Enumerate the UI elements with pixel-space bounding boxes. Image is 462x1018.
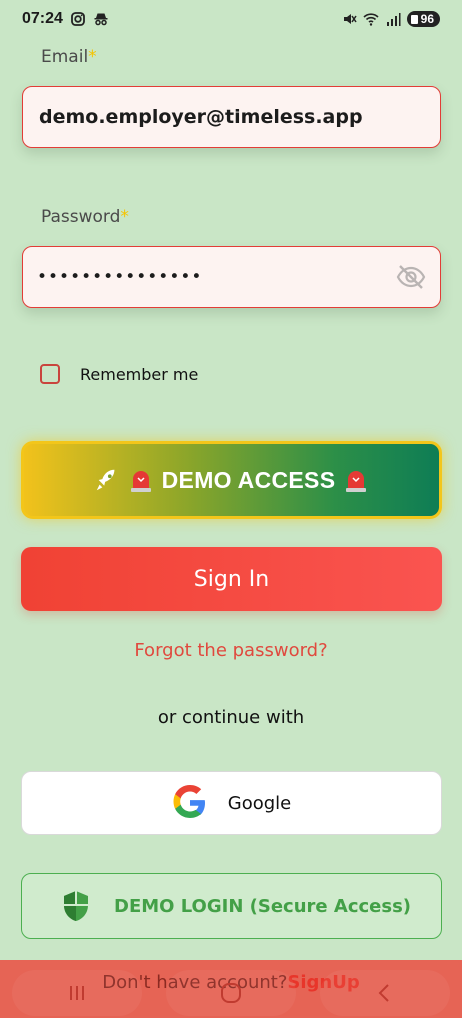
password-field[interactable]: ••••••••••••••• (22, 246, 441, 308)
forgot-password-link[interactable]: Forgot the password? (0, 640, 462, 661)
remember-checkbox[interactable] (40, 364, 60, 384)
password-label: Password* (41, 207, 129, 227)
battery-indicator: 96 (406, 11, 440, 27)
demo-access-label: DEMO ACCESS (161, 466, 336, 493)
eye-off-icon[interactable] (396, 262, 426, 292)
shield-icon (64, 891, 88, 921)
status-right: 96 (341, 11, 440, 27)
password-input[interactable]: ••••••••••••••• (37, 267, 396, 287)
status-bar: 07:24 96 (0, 0, 462, 38)
signal-icon (386, 13, 401, 26)
google-label: Google (227, 792, 292, 814)
nav-home-button[interactable] (166, 970, 296, 1016)
demo-login-label: DEMO LOGIN (Secure Access) (114, 895, 412, 917)
remember-me[interactable]: Remember me (40, 364, 198, 384)
nav-recents-button[interactable] (12, 970, 142, 1016)
home-icon (221, 983, 241, 1003)
status-left: 07:24 (22, 10, 109, 28)
email-label-text: Email (41, 47, 89, 67)
email-input[interactable] (37, 105, 426, 129)
email-label: Email* (41, 47, 97, 67)
google-icon (173, 785, 205, 818)
password-required-mark: * (120, 207, 129, 227)
email-required-mark: * (88, 47, 97, 67)
incognito-icon (94, 13, 108, 26)
siren-icon (130, 471, 151, 492)
siren-icon (346, 471, 367, 492)
sign-in-button[interactable]: Sign In (21, 547, 442, 611)
mute-icon (343, 14, 357, 24)
status-time: 07:24 (22, 10, 63, 27)
recents-icon (70, 986, 84, 1000)
back-icon (378, 984, 389, 1002)
system-nav-bar (0, 968, 462, 1018)
wifi-icon (363, 13, 379, 26)
sign-in-label: Sign In (193, 566, 270, 592)
demo-access-button[interactable]: DEMO ACCESS (21, 441, 442, 519)
password-label-text: Password (41, 207, 121, 227)
demo-login-button[interactable]: DEMO LOGIN (Secure Access) (21, 873, 442, 939)
continue-with-text: or continue with (157, 707, 305, 728)
nav-back-button[interactable] (320, 970, 450, 1016)
rocket-icon (96, 469, 115, 491)
instagram-icon (71, 12, 85, 26)
email-field[interactable] (22, 86, 441, 148)
remember-label: Remember me (80, 364, 199, 384)
google-button[interactable]: Google (21, 771, 442, 835)
